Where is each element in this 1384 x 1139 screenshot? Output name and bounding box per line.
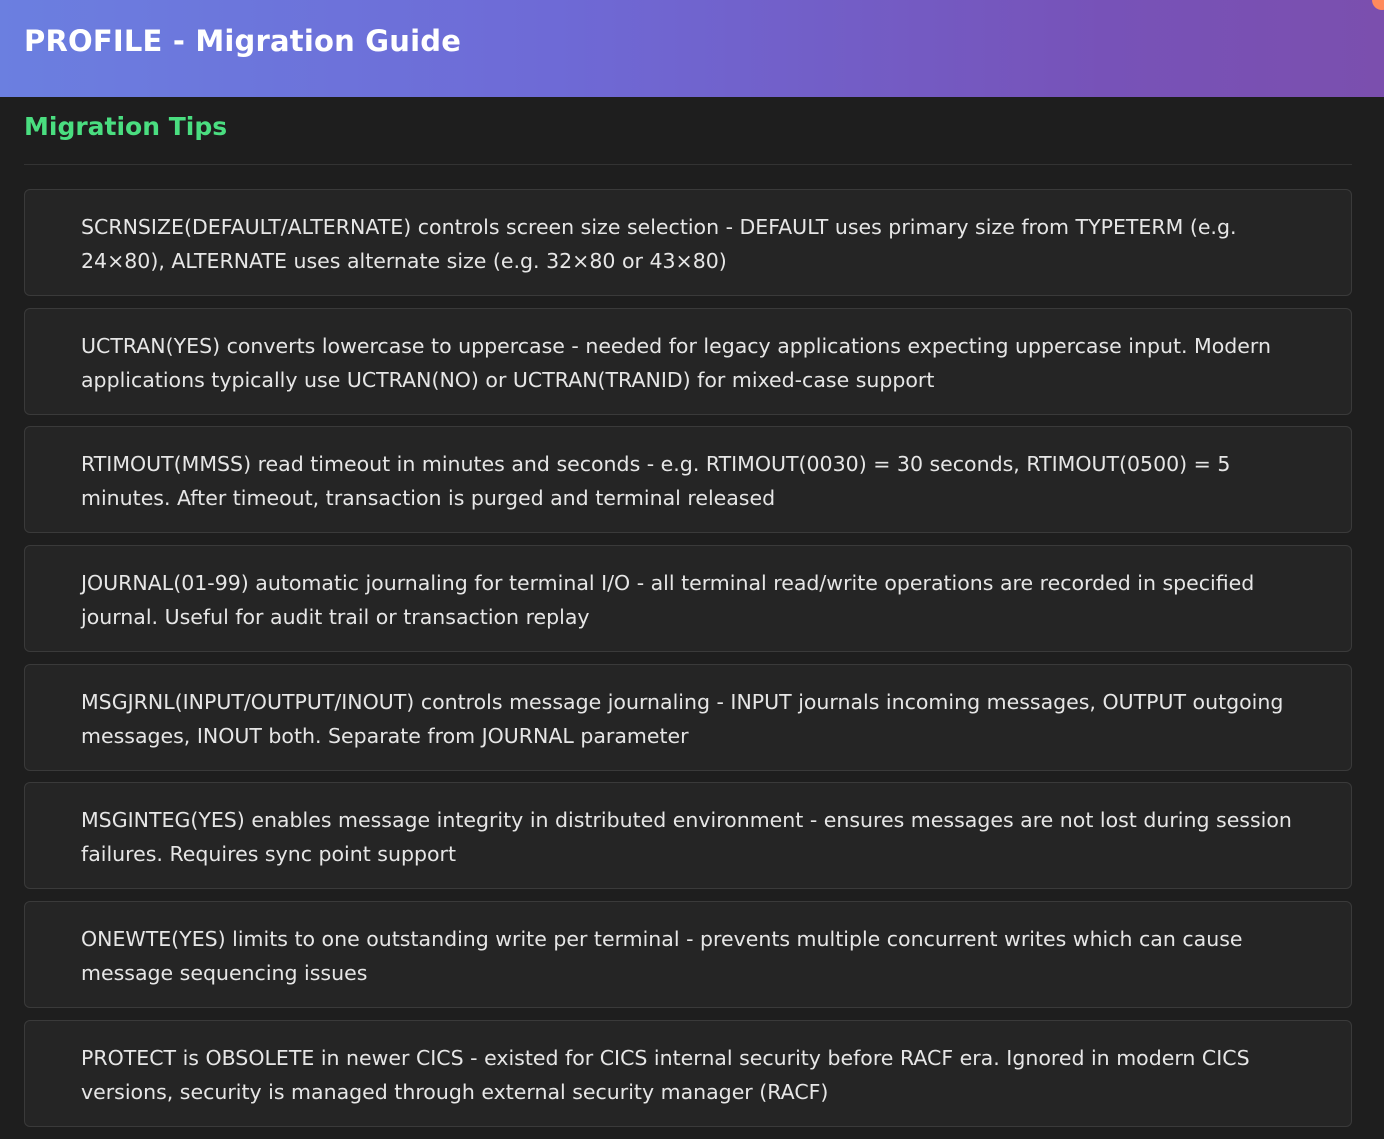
tip-card: JOURNAL(01-99) automatic journaling for … [24, 545, 1352, 653]
tip-card: MSGINTEG(YES) enables message integrity … [24, 782, 1352, 890]
section-title: Migration Tips [24, 112, 228, 141]
tip-card: SCRNSIZE(DEFAULT/ALTERNATE) controls scr… [24, 189, 1352, 296]
tip-text: MSGJRNL(INPUT/OUTPUT/INOUT) controls mes… [81, 689, 1284, 748]
tip-text: SCRNSIZE(DEFAULT/ALTERNATE) controls scr… [81, 215, 1237, 273]
tip-card: ONEWTE(YES) limits to one outstanding wr… [24, 901, 1352, 1009]
tip-card: PROTECT is OBSOLETE in newer CICS - exis… [24, 1019, 1352, 1127]
page-title: PROFILE - Migration Guide [24, 24, 462, 58]
tip-text: ONEWTE(YES) limits to one outstanding wr… [81, 927, 1243, 986]
section-divider [24, 164, 1352, 165]
tip-text: RTIMOUT(MMSS) read timeout in minutes an… [81, 452, 1231, 511]
tip-text: JOURNAL(01-99) automatic journaling for … [81, 571, 1255, 630]
tip-card: RTIMOUT(MMSS) read timeout in minutes an… [24, 426, 1352, 534]
tip-text: UCTRAN(YES) converts lowercase to upperc… [81, 333, 1271, 392]
tip-card: MSGJRNL(INPUT/OUTPUT/INOUT) controls mes… [24, 663, 1352, 771]
tip-text: PROTECT is OBSOLETE in newer CICS - exis… [81, 1045, 1250, 1104]
tip-card: UCTRAN(YES) converts lowercase to upperc… [24, 307, 1352, 415]
notification-dot [1372, 0, 1384, 10]
tip-text: MSGINTEG(YES) enables message integrity … [81, 808, 1292, 867]
tips-list: SCRNSIZE(DEFAULT/ALTERNATE) controls scr… [24, 189, 1352, 1139]
page-header: PROFILE - Migration Guide [0, 0, 1384, 97]
